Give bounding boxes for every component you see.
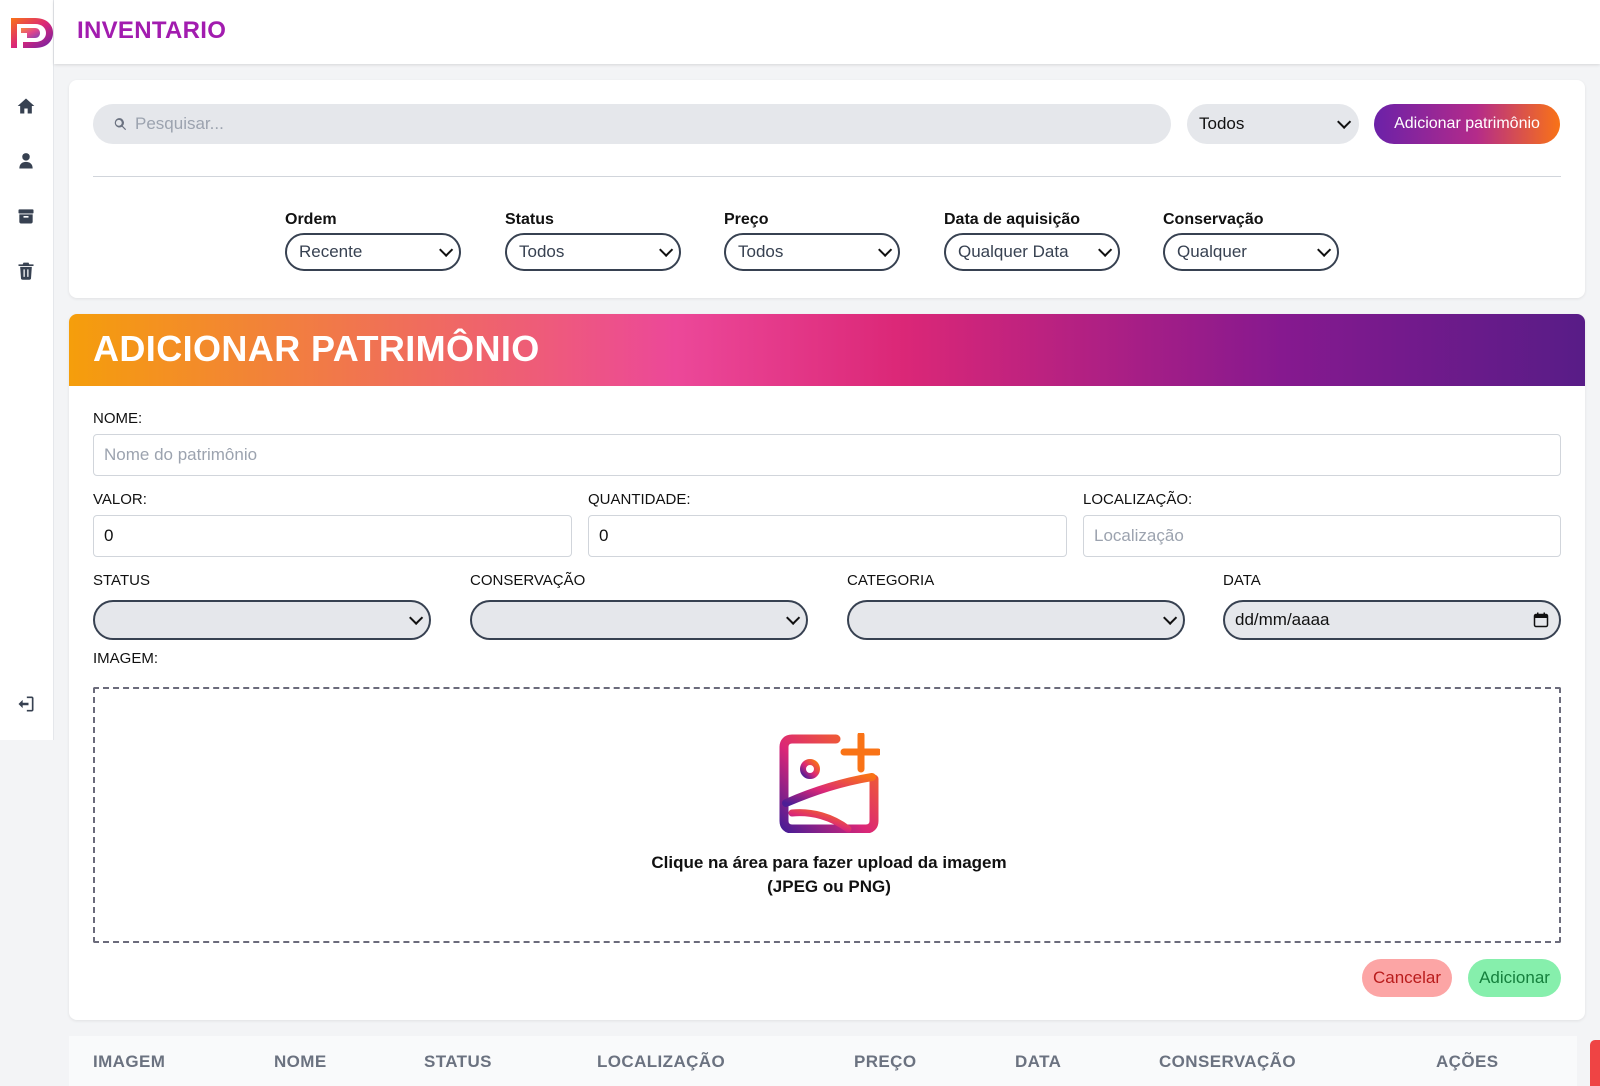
chevron-down-icon — [1163, 610, 1178, 625]
column-header-localizacao: LOCALIZAÇÃO — [597, 1052, 726, 1071]
filter-conservacao: Conservação Qualquer — [1163, 211, 1339, 271]
column-header-conservacao: CONSERVAÇÃO — [1159, 1052, 1296, 1071]
filter-select-value: Todos — [738, 242, 784, 261]
filter-data-aquisicao: Data de aquisição Qualquer Data — [944, 211, 1120, 271]
trash-icon[interactable] — [14, 259, 38, 283]
column-header-nome: NOME — [274, 1052, 327, 1071]
filter-label: Conservação — [1163, 211, 1264, 228]
brand-logo — [11, 18, 53, 48]
filter-panel: Todos Adicionar patrimônio Ordem Recente… — [69, 80, 1585, 298]
filter-select-value: Qualquer — [1177, 242, 1247, 261]
filter-label: Status — [505, 211, 554, 228]
chevron-down-icon — [659, 242, 674, 257]
filter-select-ordem[interactable]: Recente — [285, 233, 461, 271]
categoria-select[interactable] — [847, 600, 1185, 640]
nome-input[interactable] — [93, 434, 1561, 476]
filter-select-preco[interactable]: Todos — [724, 233, 900, 271]
column-header-acoes: AÇÕES — [1436, 1052, 1499, 1071]
status-label: STATUS — [93, 572, 150, 589]
table-header: IMAGEM NOME STATUS LOCALIZAÇÃO PREÇO DAT… — [69, 1036, 1577, 1086]
filter-label: Data de aquisição — [944, 211, 1081, 228]
conservacao-label: CONSERVAÇÃO — [470, 572, 586, 589]
localizacao-input[interactable] — [1083, 515, 1561, 557]
status-select[interactable] — [93, 600, 431, 640]
column-header-status: STATUS — [424, 1052, 492, 1071]
imagem-label: IMAGEM: — [93, 650, 159, 667]
date-placeholder: dd/mm/aaaa — [1235, 610, 1330, 629]
sidebar — [0, 0, 54, 740]
upload-text-line1: Clique na área para fazer upload da imag… — [651, 853, 1007, 872]
column-header-imagem: IMAGEM — [93, 1052, 166, 1071]
top-header: INVENTARIO — [54, 0, 1600, 64]
chevron-down-icon — [786, 610, 801, 625]
conservacao-select[interactable] — [470, 600, 808, 640]
add-asset-panel: ADICIONAR PATRIMÔNIO NOME: VALOR: QUANTI… — [69, 314, 1585, 1020]
category-select[interactable]: Todos — [1187, 104, 1359, 144]
filter-select-data[interactable]: Qualquer Data — [944, 233, 1120, 271]
nome-label: NOME: — [93, 410, 143, 427]
valor-input[interactable] — [93, 515, 572, 557]
localizacao-label: LOCALIZAÇÃO: — [1083, 491, 1193, 508]
cancel-button[interactable]: Cancelar — [1362, 959, 1452, 997]
home-icon[interactable] — [14, 94, 38, 118]
chevron-down-icon — [1098, 242, 1113, 257]
filter-label: Preço — [724, 211, 769, 228]
filter-select-value: Recente — [299, 242, 363, 261]
filter-select-conservacao[interactable]: Qualquer — [1163, 233, 1339, 271]
user-icon[interactable] — [14, 149, 38, 173]
chevron-down-icon — [439, 242, 454, 257]
category-select-value: Todos — [1199, 114, 1245, 133]
upload-instructions: Clique na área para fazer upload da imag… — [95, 851, 1563, 899]
scrollbar-thumb[interactable] — [1590, 1040, 1600, 1086]
data-label: DATA — [1223, 572, 1261, 589]
search-input[interactable] — [135, 114, 1141, 134]
filter-select-status[interactable]: Todos — [505, 233, 681, 271]
search-bar[interactable] — [93, 104, 1171, 144]
chevron-down-icon — [1337, 114, 1352, 129]
logout-icon[interactable] — [14, 692, 38, 716]
image-upload-area[interactable]: Clique na área para fazer upload da imag… — [93, 687, 1561, 943]
valor-label: VALOR: — [93, 491, 147, 508]
filter-status: Status Todos — [505, 211, 681, 271]
chevron-down-icon — [409, 610, 424, 625]
filter-preco: Preço Todos — [724, 211, 900, 271]
calendar-icon[interactable] — [1533, 612, 1549, 628]
filter-select-value: Todos — [519, 242, 565, 261]
form-title: ADICIONAR PATRIMÔNIO — [93, 328, 540, 369]
quantidade-label: QUANTIDADE: — [588, 491, 691, 508]
filter-select-value: Qualquer Data — [958, 242, 1069, 261]
filter-ordem: Ordem Recente — [285, 211, 461, 271]
app-title: INVENTARIO — [77, 17, 227, 44]
divider — [93, 176, 1561, 177]
chevron-down-icon — [1317, 242, 1332, 257]
column-header-data: DATA — [1015, 1052, 1062, 1071]
upload-text-line2: (JPEG ou PNG) — [767, 877, 891, 896]
add-image-icon — [779, 733, 880, 833]
search-icon — [114, 118, 127, 131]
date-input[interactable]: dd/mm/aaaa — [1223, 600, 1561, 640]
submit-button[interactable]: Adicionar — [1468, 959, 1561, 997]
chevron-down-icon — [878, 242, 893, 257]
add-asset-button[interactable]: Adicionar patrimônio — [1374, 104, 1560, 144]
archive-icon[interactable] — [14, 204, 38, 228]
quantidade-input[interactable] — [588, 515, 1067, 557]
filter-label: Ordem — [285, 211, 337, 228]
column-header-preco: PREÇO — [854, 1052, 917, 1071]
categoria-label: CATEGORIA — [847, 572, 935, 589]
form-banner: ADICIONAR PATRIMÔNIO — [69, 314, 1585, 386]
